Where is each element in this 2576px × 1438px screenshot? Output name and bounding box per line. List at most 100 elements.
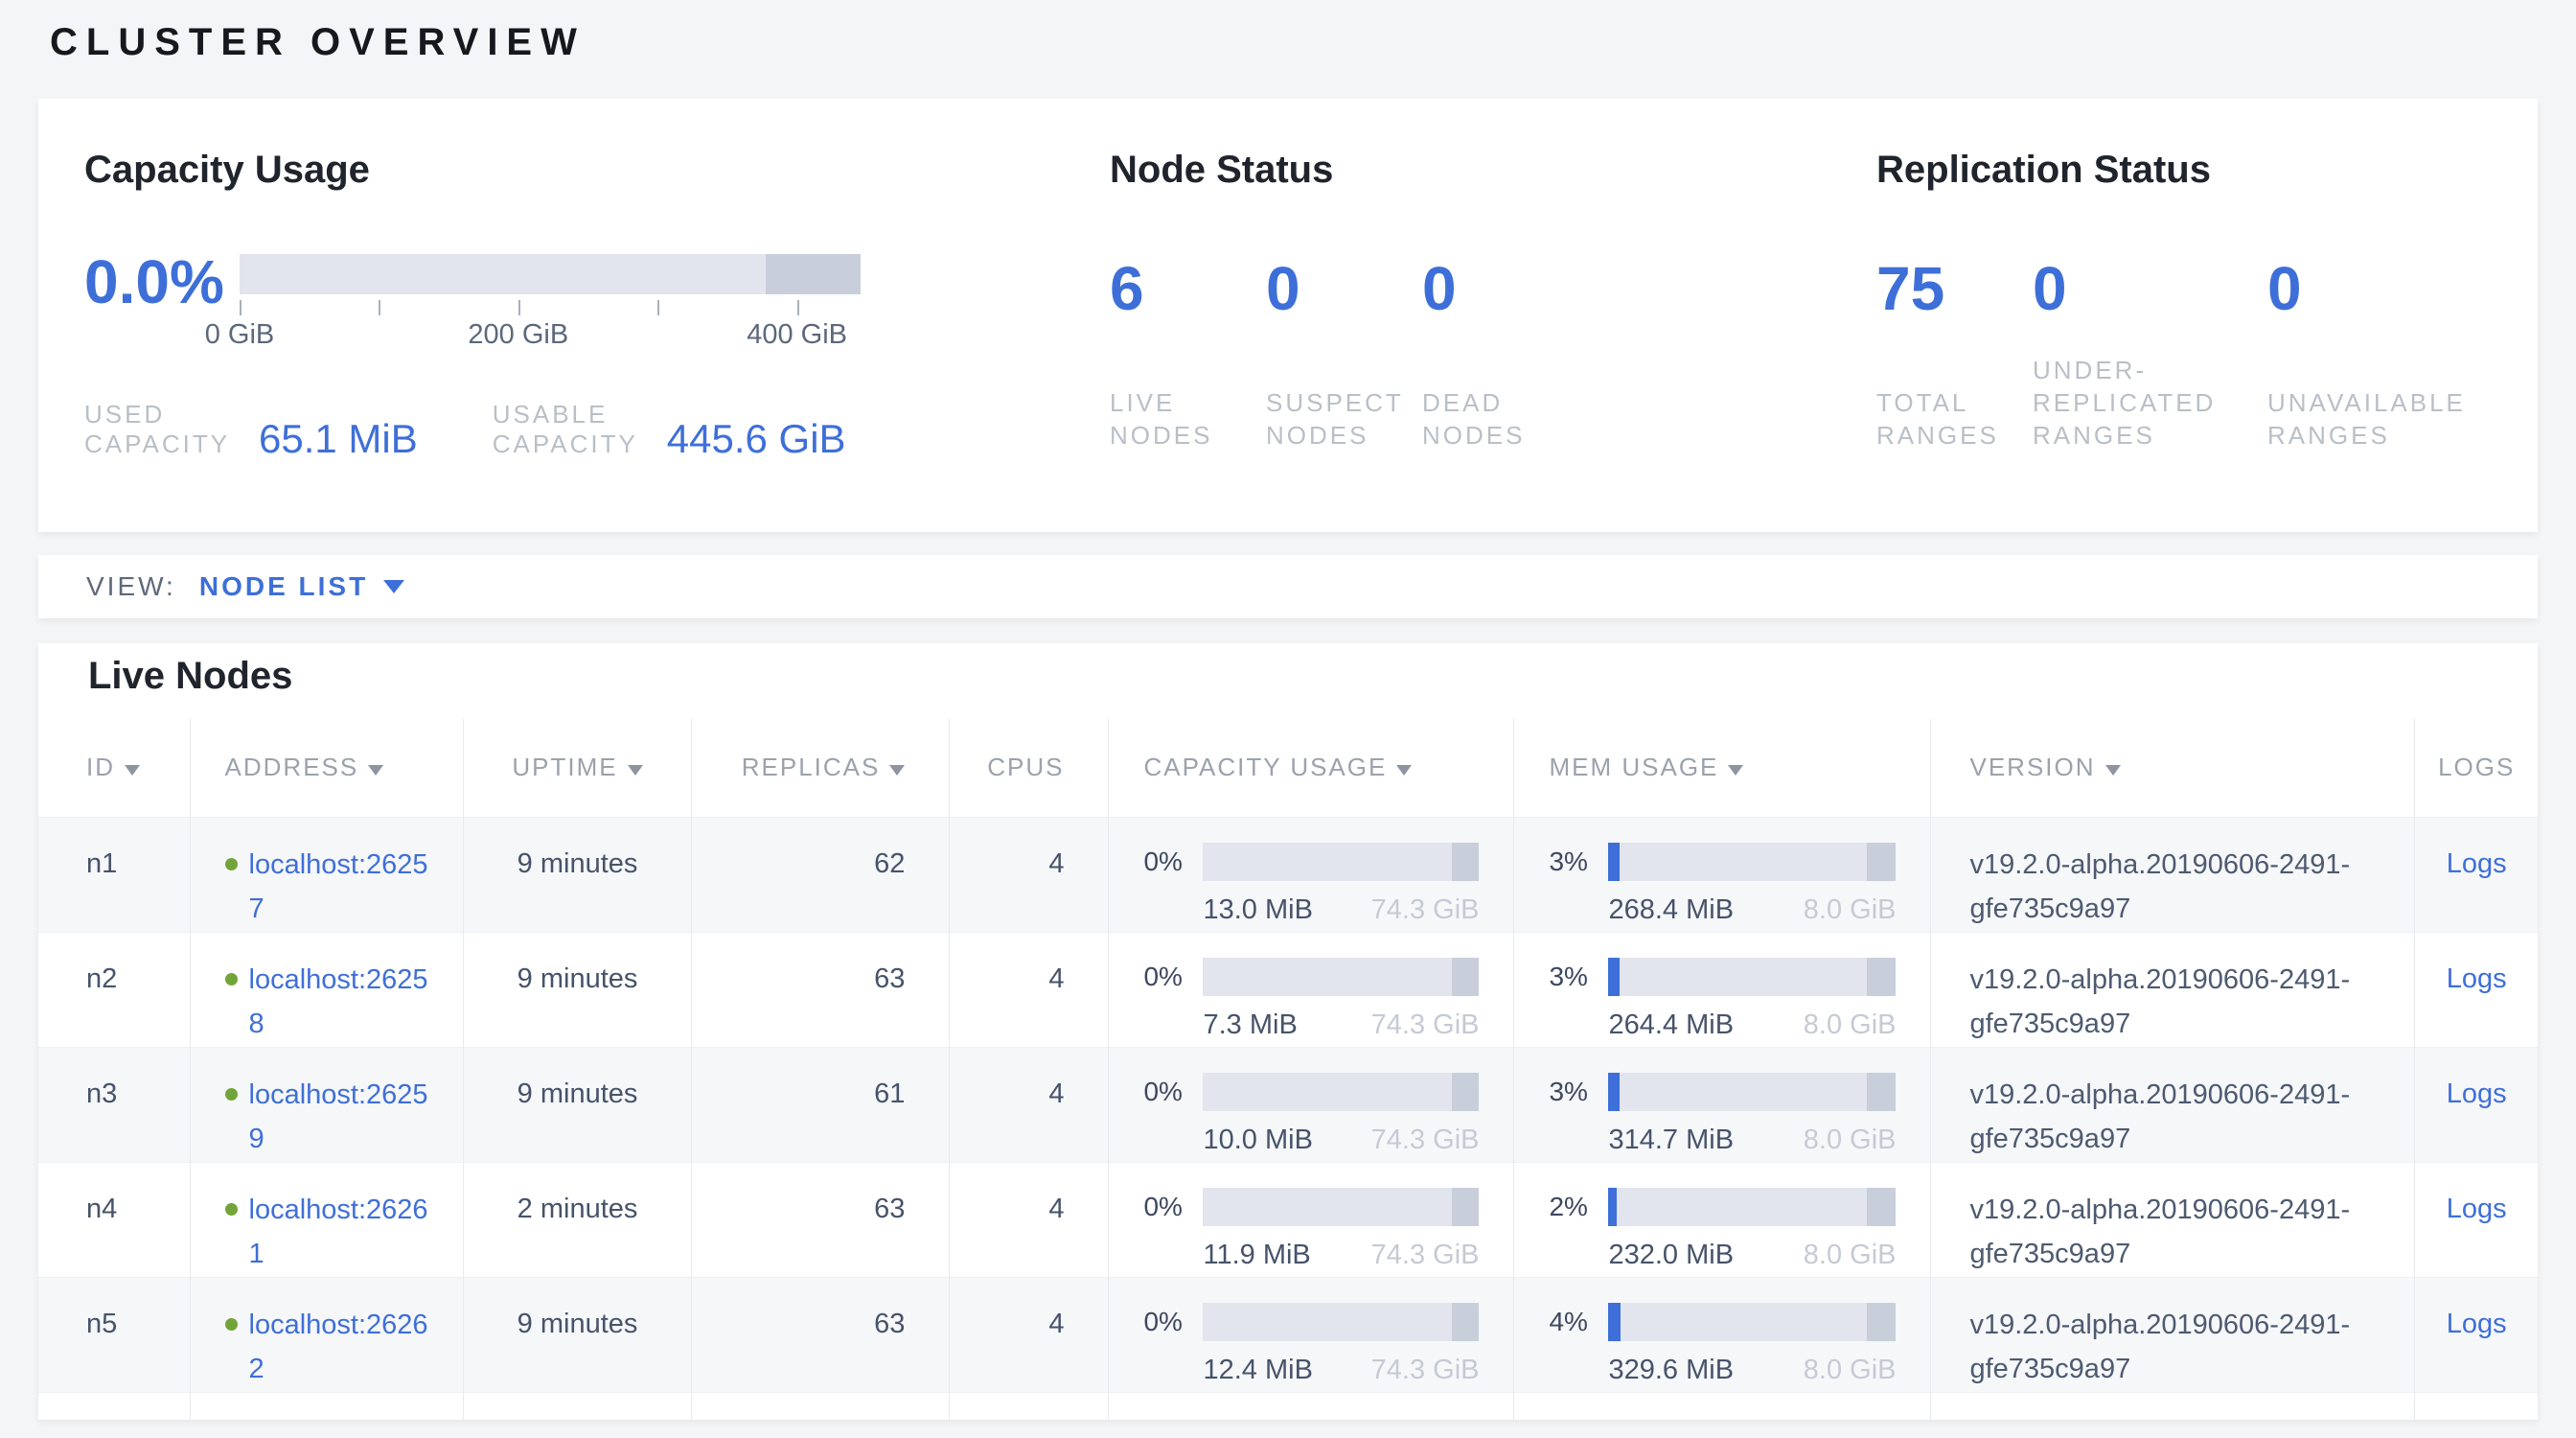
- sort-arrow-icon[interactable]: [125, 765, 140, 776]
- capacity-usage-percent: 0%: [1143, 962, 1203, 992]
- logs-link[interactable]: Logs: [2447, 848, 2507, 879]
- node-address-cell: localhost:26259: [190, 1047, 463, 1162]
- column-header-capacity[interactable]: CAPACITY USAGE: [1109, 719, 1514, 817]
- capacity-total-value: 74.3 GiB: [1371, 1355, 1480, 1386]
- capacity-usage-bar-reserved: [1452, 1188, 1480, 1226]
- table-row-n5: n5localhost:262629 minutes6340%12.4 MiB7…: [38, 1277, 2538, 1392]
- memory-used-value: 329.6 MiB: [1608, 1355, 1734, 1386]
- column-header-version[interactable]: VERSION: [1931, 719, 2415, 817]
- capacity-usage-bar: [1203, 1073, 1479, 1111]
- version-cell: v19.2.0-alpha.20190606-2491-gfe735c9a97: [1931, 1047, 2415, 1162]
- capacity-usage-percent: 0%: [1143, 847, 1203, 877]
- node-id-cell: n1: [38, 817, 190, 932]
- live-nodes-title: Live Nodes: [38, 643, 2538, 719]
- live-status-icon: [225, 1088, 238, 1101]
- capacity-usage-bar-reserved: [1452, 1303, 1480, 1341]
- logs-cell: Logs: [2415, 817, 2538, 932]
- capacity-total-value: 74.3 GiB: [1371, 894, 1480, 926]
- node-stat-value: 0: [1422, 254, 1578, 323]
- node-address-link[interactable]: localhost:26262: [249, 1303, 433, 1391]
- live-status-icon: [225, 973, 238, 986]
- memory-usage-percent: 3%: [1549, 962, 1608, 992]
- replication-stat-value: 0: [2267, 254, 2488, 323]
- view-dropdown[interactable]: NODE LIST: [199, 571, 404, 602]
- memory-usage-bar: [1608, 843, 1896, 881]
- memory-usage-cell: 2%232.0 MiB8.0 GiB: [1514, 1162, 1931, 1277]
- node-address-cell: localhost:26257: [190, 817, 463, 932]
- memory-total-value: 8.0 GiB: [1804, 1009, 1897, 1041]
- memory-usage-cell: 3%264.4 MiB 8.0 GiB: [1514, 932, 1931, 1047]
- capacity-usage-chart: 0.0% 0 GiB200 GiB400 GiB: [84, 248, 1110, 350]
- memory-usage-bar-fill: [1608, 1303, 1621, 1341]
- table-row-n3: n3localhost:262599 minutes6140%10.0 MiB7…: [38, 1047, 2538, 1162]
- stat-col: UNDER-REPLICATED RANGES: [2033, 354, 2267, 452]
- memory-usage-percent: 4%: [1549, 1307, 1608, 1337]
- stat-col: 75: [1876, 254, 2033, 323]
- memory-used-value: 264.4 MiB: [1608, 1009, 1734, 1041]
- uptime-cell: 2 minutes: [463, 1162, 692, 1277]
- capacity-usage-cell: 0%11.9 MiB74.3 GiB: [1109, 1162, 1514, 1277]
- sort-arrow-icon[interactable]: [2105, 765, 2121, 776]
- node-address-link[interactable]: localhost:26259: [249, 1073, 433, 1161]
- memory-usage-percent: 3%: [1549, 1077, 1608, 1107]
- memory-usage-bar: [1608, 1303, 1896, 1341]
- logs-cell: Logs: [2415, 1277, 2538, 1392]
- node-address-link[interactable]: localhost:26257: [249, 843, 433, 931]
- memory-usage-cell: 4%329.6 MiB8.0 GiB: [1514, 1277, 1931, 1392]
- stat-col: LIVE NODES: [1110, 386, 1266, 452]
- logs-link[interactable]: Logs: [2447, 1194, 2507, 1224]
- replication-stat-label: UNDER-REPLICATED RANGES: [2033, 354, 2255, 452]
- replication-stat-label: UNAVAILABLE RANGES: [2267, 386, 2475, 452]
- column-header-address[interactable]: ADDRESS: [190, 719, 463, 817]
- stat-col: 0: [2267, 254, 2488, 323]
- replicas-cell: 62: [692, 817, 950, 932]
- chevron-down-icon: [383, 580, 404, 593]
- capacity-used-value: 7.3 MiB: [1203, 1009, 1297, 1041]
- capacity-usage-bar-reserved: [1452, 843, 1480, 881]
- node-id-cell: n5: [38, 1277, 190, 1392]
- memory-usage-bar-fill: [1608, 843, 1619, 881]
- column-header-replicas[interactable]: REPLICAS: [692, 719, 950, 817]
- replicas-cell: 63: [692, 932, 950, 1047]
- stat-col: TOTAL RANGES: [1876, 386, 2033, 452]
- column-header-memory[interactable]: MEM USAGE: [1514, 719, 1931, 817]
- table-row-partial: [38, 1392, 2538, 1420]
- replicas-cell: 63: [692, 1162, 950, 1277]
- axis-tick: [518, 300, 520, 315]
- view-dropdown-value[interactable]: NODE LIST: [199, 571, 368, 602]
- sort-arrow-icon[interactable]: [368, 765, 383, 776]
- column-header-uptime[interactable]: UPTIME: [463, 719, 692, 817]
- node-id-cell: n2: [38, 932, 190, 1047]
- stat-value: 65.1 MiB: [259, 419, 418, 459]
- column-header-cpus: CPUS: [950, 719, 1109, 817]
- stat-col: UNAVAILABLE RANGES: [2267, 386, 2488, 452]
- axis-tick-label: 0 GiB: [205, 319, 275, 351]
- column-header-label: MEM USAGE: [1549, 753, 1718, 781]
- memory-usage-bar-fill: [1608, 1073, 1619, 1111]
- sort-arrow-icon[interactable]: [628, 765, 643, 776]
- axis-tick-label: 200 GiB: [468, 319, 568, 351]
- node-stat-value: 0: [1266, 254, 1422, 323]
- sort-arrow-icon[interactable]: [1728, 765, 1743, 776]
- axis-tick: [657, 300, 659, 315]
- node-address-link[interactable]: localhost:26261: [249, 1188, 433, 1276]
- view-selector-bar: VIEW: NODE LIST: [38, 555, 2538, 618]
- logs-link[interactable]: Logs: [2447, 1078, 2507, 1109]
- column-header-id[interactable]: ID: [38, 719, 190, 817]
- memory-used-value: 314.7 MiB: [1608, 1125, 1734, 1156]
- logs-link[interactable]: Logs: [2447, 1309, 2507, 1339]
- axis-tick: [797, 300, 799, 315]
- sort-arrow-icon[interactable]: [889, 765, 905, 776]
- node-address-cell: localhost:26261: [190, 1162, 463, 1277]
- logs-link[interactable]: Logs: [2447, 963, 2507, 994]
- live-status-icon: [225, 858, 238, 870]
- sort-arrow-icon[interactable]: [1396, 765, 1412, 776]
- capacity-total-value: 74.3 GiB: [1371, 1240, 1480, 1271]
- capacity-stat-usable: USABLE CAPACITY445.6 GiB: [493, 400, 846, 459]
- memory-usage-bar-reserved: [1867, 958, 1896, 996]
- capacity-usage-percent: 0%: [1143, 1307, 1203, 1337]
- capacity-usage-cell: 0%13.0 MiB74.3 GiB: [1109, 817, 1514, 932]
- capacity-axis-ticks: [240, 298, 861, 319]
- node-stat-label: SUSPECT NODES: [1266, 386, 1410, 452]
- node-address-link[interactable]: localhost:26258: [249, 958, 433, 1046]
